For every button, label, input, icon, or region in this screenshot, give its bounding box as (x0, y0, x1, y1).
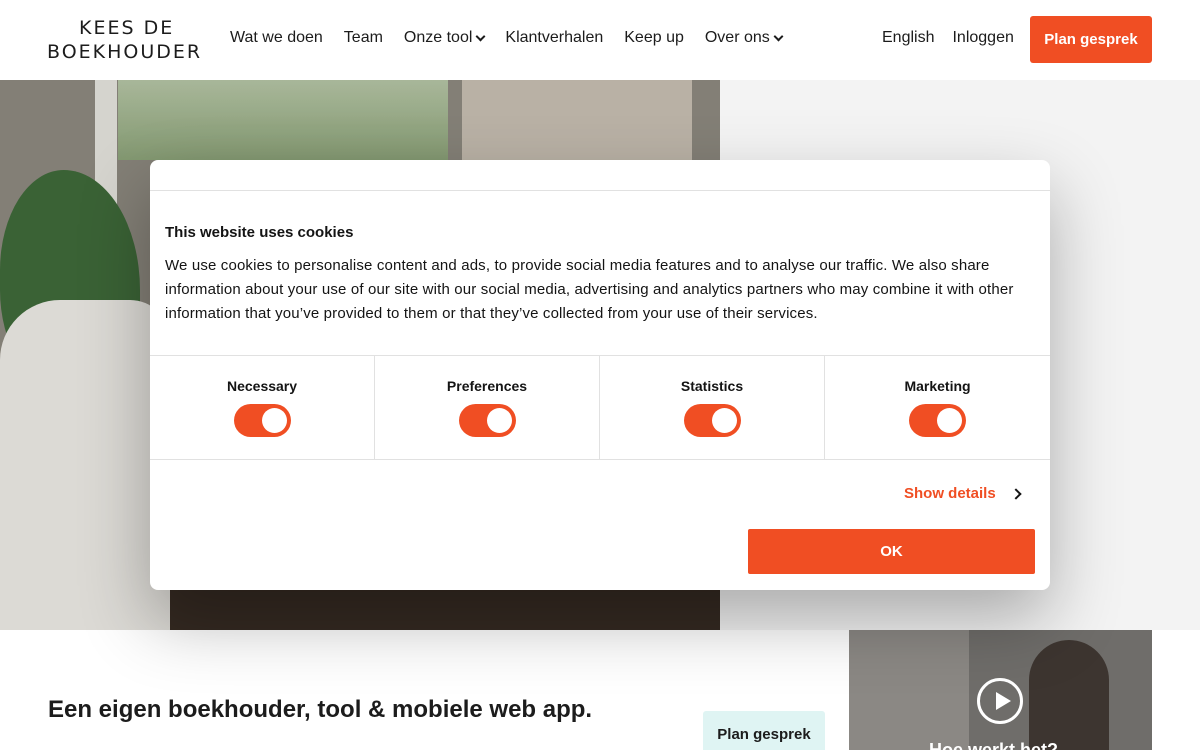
nav-item-over-ons[interactable]: Over ons (704, 29, 784, 47)
statistics-toggle[interactable] (684, 404, 741, 437)
chevron-right-icon (1010, 487, 1022, 500)
show-details-label: Show details (904, 485, 996, 502)
ok-button[interactable]: OK (748, 529, 1035, 574)
cookie-dialog-body: We use cookies to personalise content an… (165, 257, 1014, 322)
site-header: Kees de Boekhouder Wat we doen Team Onze… (0, 0, 1200, 80)
nav-item-keep-up[interactable]: Keep up (624, 29, 684, 47)
nav-item-label: Keep up (624, 29, 684, 46)
cookie-dialog: This website uses cookies We use cookies… (150, 160, 1050, 590)
category-label: Preferences (446, 378, 528, 394)
cookie-categories: Necessary Preferences Statistics Marketi… (150, 355, 1050, 460)
category-necessary: Necessary (150, 356, 375, 459)
category-label: Necessary (226, 378, 298, 394)
utility-nav: English Inloggen (882, 29, 1032, 47)
nav-item-label: Wat we doen (230, 29, 323, 46)
nav-item-label: Onze tool (403, 29, 473, 46)
marketing-toggle[interactable] (909, 404, 966, 437)
video-caption: Hoe werkt het? (929, 740, 1059, 750)
nav-item-label: Over ons (704, 29, 770, 46)
hero-tagline: Een eigen boekhouder, tool & mobiele web… (48, 696, 593, 723)
video-thumbnail[interactable]: Hoe werkt het? (849, 630, 1152, 750)
video-scene-person (1029, 640, 1109, 750)
category-label: Marketing (904, 378, 971, 394)
nav-item-onze-tool[interactable]: Onze tool (403, 29, 486, 47)
language-link[interactable]: English (882, 29, 934, 47)
chevron-down-icon (773, 31, 784, 41)
logo[interactable]: Kees de Boekhouder (47, 17, 203, 63)
nav-item-label: Klantverhalen (505, 29, 604, 46)
category-preferences: Preferences (375, 356, 600, 459)
play-icon[interactable] (977, 678, 1023, 724)
category-label: Statistics (680, 378, 744, 394)
login-link[interactable]: Inloggen (952, 29, 1013, 47)
main-nav: Wat we doen Team Onze tool Klantverhalen… (230, 29, 803, 47)
category-marketing: Marketing (825, 356, 1050, 459)
video-scene-left (849, 630, 969, 750)
category-statistics: Statistics (600, 356, 825, 459)
preferences-toggle[interactable] (459, 404, 516, 437)
nav-item-klantverhalen[interactable]: Klantverhalen (505, 29, 603, 47)
logo-line-2: Boekhouder (47, 41, 203, 63)
necessary-toggle[interactable] (234, 404, 291, 437)
logo-line-1: Kees de (79, 17, 175, 39)
nav-item-wat-we-doen[interactable]: Wat we doen (230, 29, 323, 47)
show-details-link[interactable]: Show details (904, 485, 1022, 502)
nav-item-label: Team (343, 29, 383, 46)
plan-gesprek-button[interactable]: Plan gesprek (1030, 16, 1152, 63)
cookie-dialog-title: This website uses cookies (165, 224, 354, 241)
nav-item-team[interactable]: Team (344, 29, 383, 47)
plan-gesprek-secondary-button[interactable]: Plan gesprek (703, 711, 825, 750)
dialog-top-bar (150, 160, 1050, 191)
chevron-down-icon (475, 31, 486, 41)
